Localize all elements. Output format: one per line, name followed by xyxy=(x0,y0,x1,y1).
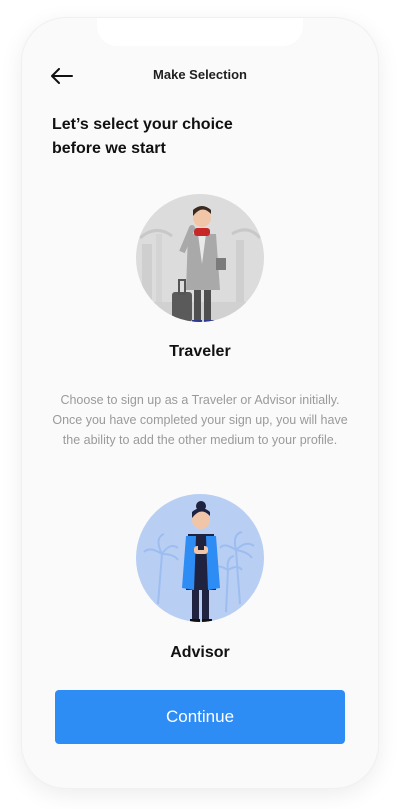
heading-line-1: Let’s select your choice xyxy=(52,116,233,133)
advisor-illustration xyxy=(143,501,255,622)
selection-description: Choose to sign up as a Traveler or Advis… xyxy=(52,393,348,447)
top-bar: Make Selection xyxy=(22,62,378,90)
advisor-option-image[interactable] xyxy=(136,494,264,622)
traveler-option-image[interactable] xyxy=(136,194,264,322)
traveler-label[interactable]: Traveler xyxy=(22,343,378,361)
page-title: Make Selection xyxy=(153,67,247,82)
traveler-illustration xyxy=(136,206,264,322)
continue-button[interactable]: Continue xyxy=(55,690,345,744)
device-notch xyxy=(97,18,303,46)
selection-heading: Let’s select your choice before we start xyxy=(52,113,312,161)
phone-screen: Make Selection Let’s select your choice … xyxy=(22,18,378,788)
advisor-label[interactable]: Advisor xyxy=(22,644,378,662)
heading-line-2: before we start xyxy=(52,140,166,157)
